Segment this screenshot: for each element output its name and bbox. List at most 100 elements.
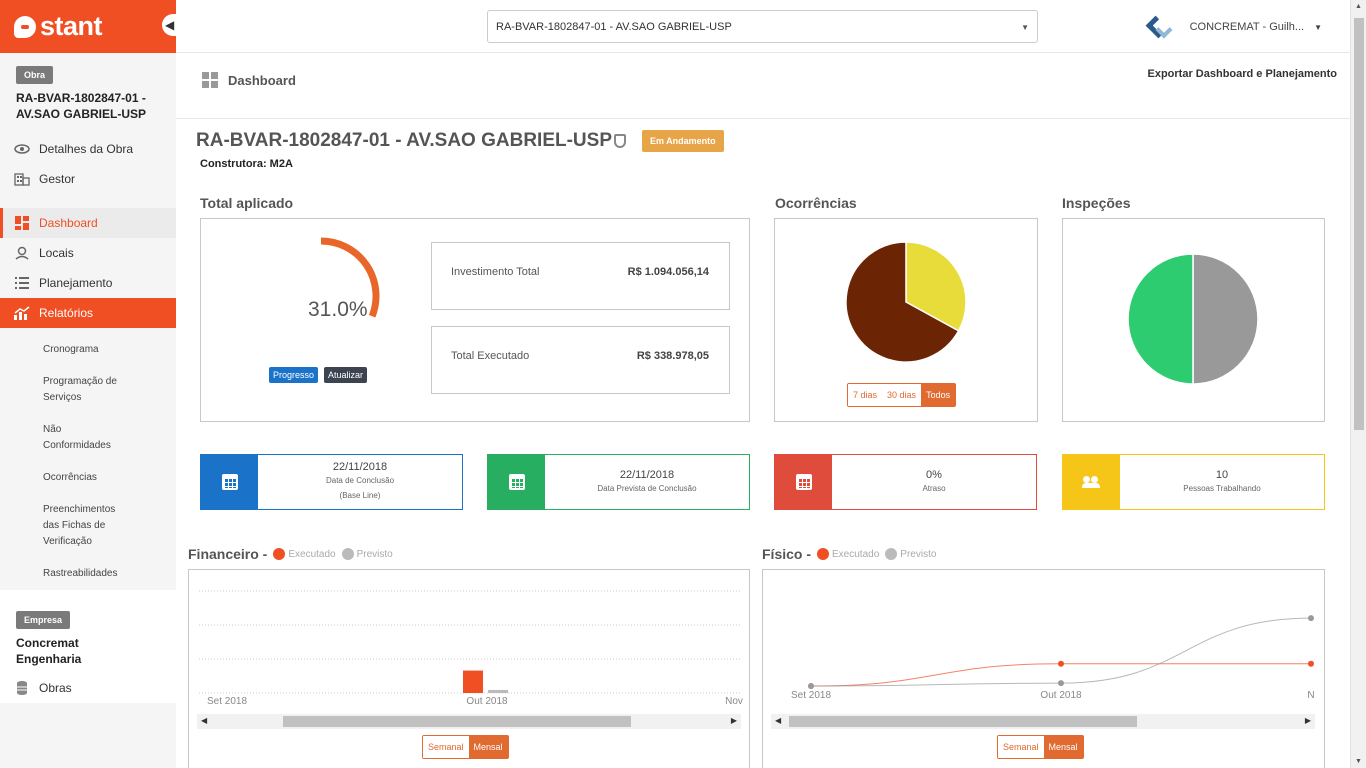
status-badge: Em Andamento	[642, 130, 724, 152]
sidebar-item-label: Detalhes da Obra	[39, 142, 134, 156]
fisico-period-toggle: Semanal Mensal	[997, 735, 1084, 759]
sidebar-subitem-ocorrencias[interactable]: Ocorrências	[0, 462, 176, 494]
scrollbar-thumb[interactable]	[1354, 18, 1364, 430]
financeiro-hscroll[interactable]: ◀ ▶	[197, 714, 741, 729]
calendar-icon	[795, 474, 812, 490]
sidebar-subitem-rastreabilidades[interactable]: Rastreabilidades	[0, 558, 176, 590]
period-30-dias[interactable]: 30 dias	[882, 384, 922, 406]
sidebar-item-obras[interactable]: Obras	[0, 673, 176, 703]
page-title: Dashboard	[202, 72, 296, 88]
sidebar-item-label: Relatórios	[39, 306, 94, 320]
kpi-value: 22/11/2018	[332, 461, 388, 473]
progress-percent: 31.0%	[308, 298, 368, 321]
investimento-total-box: Investimento Total R$ 1.094.056,14	[431, 242, 730, 310]
fisico-hscroll[interactable]: ◀ ▶	[771, 714, 1315, 729]
bar	[463, 670, 483, 693]
kpi-text: 10 Pessoas Trabalhando	[1120, 467, 1324, 496]
eye-icon	[13, 142, 31, 156]
period-todos[interactable]: Todos	[921, 384, 956, 406]
obra-name-line2: AV.SAO GABRIEL-USP	[16, 107, 147, 121]
scroll-right-icon[interactable]: ▶	[731, 716, 737, 725]
sidebar-subitem-programacao[interactable]: Programação de Serviços	[0, 366, 176, 414]
chart-icon	[13, 306, 31, 320]
scrollbar-thumb[interactable]	[283, 716, 631, 727]
user-name: CONCREMAT - Guilh...	[1189, 21, 1305, 33]
legend-executado-dot[interactable]	[273, 548, 286, 560]
series-line	[810, 617, 1312, 687]
legend-executado-dot[interactable]	[817, 548, 830, 560]
project-title: RA-BVAR-1802847-01 - AV.SAO GABRIEL-USP …	[196, 130, 724, 152]
sidebar-item-label: Gestor	[39, 172, 76, 186]
financeiro-bar-chart: Set 2018 Out 2018 Nov	[199, 590, 743, 707]
scroll-right-icon[interactable]: ▶	[1305, 716, 1311, 725]
user-menu[interactable]: CONCREMAT - Guilh... ▼	[1145, 14, 1322, 40]
ocorrencias-label: Ocorrências	[775, 195, 857, 211]
page-title-text: Dashboard	[228, 72, 296, 88]
obra-name: RA-BVAR-1802847-01 - AV.SAO GABRIEL-USP	[16, 90, 160, 122]
x-tick-label: Out 2018	[1040, 690, 1082, 701]
legend-previsto-dot[interactable]	[885, 548, 898, 560]
sidebar-item-locais[interactable]: Locais	[0, 238, 176, 268]
sidebar-item-label: Locais	[39, 246, 74, 260]
legend-executado[interactable]: Executado	[832, 549, 879, 560]
period-7-dias[interactable]: 7 dias	[848, 384, 883, 406]
database-icon	[13, 681, 31, 695]
sidebar-item-relatorios[interactable]: Relatórios	[0, 298, 176, 328]
stant-logo[interactable]: stant	[14, 11, 103, 42]
x-tick-label: Set 2018	[207, 696, 247, 707]
location-pin-icon	[13, 246, 31, 260]
export-dashboard-link[interactable]: Exportar Dashboard e Planejamento	[1148, 68, 1338, 80]
sidebar-item-detalhes[interactable]: Detalhes da Obra	[0, 134, 176, 164]
constructor-label: Construtora: M2A	[200, 158, 293, 170]
sidebar-subitem-fichas[interactable]: Preenchimentos das Fichas de Verificação	[0, 494, 176, 558]
legend-previsto-dot[interactable]	[341, 548, 354, 560]
obra-name-line1: RA-BVAR-1802847-01 -	[16, 91, 146, 105]
x-tick-label: N	[1307, 690, 1314, 701]
x-tick-label: Set 2018	[791, 690, 831, 701]
inspecoes-label: Inspeções	[1062, 195, 1131, 211]
investimento-label: Investimento Total	[451, 266, 540, 278]
obra-select[interactable]: RA-BVAR-1802847-01 - AV.SAO GABRIEL-USP …	[487, 10, 1038, 43]
fisico-title-text: Físico -	[762, 546, 812, 562]
financeiro-title: Financeiro - Executado Previsto	[188, 546, 393, 562]
progresso-button[interactable]: Progresso	[269, 367, 319, 383]
kpi-value: 10	[1215, 469, 1229, 481]
kpi-label: Atraso	[922, 484, 946, 493]
period-semanal[interactable]: Semanal	[998, 736, 1044, 758]
x-tick-label: Out 2018	[466, 696, 508, 707]
company-logo	[1145, 14, 1176, 40]
financeiro-title-text: Financeiro -	[188, 546, 268, 562]
legend-previsto[interactable]: Previsto	[357, 549, 393, 560]
financeiro-period-toggle: Semanal Mensal	[422, 735, 509, 759]
legend-previsto[interactable]: Previsto	[900, 549, 936, 560]
sidebar-subitem-nao-conformidades[interactable]: Não Conformidades	[0, 414, 176, 462]
atualizar-button[interactable]: Atualizar	[324, 367, 368, 383]
period-semanal[interactable]: Semanal	[423, 736, 469, 758]
sidebar-item-dashboard[interactable]: Dashboard	[0, 208, 176, 238]
calendar-icon	[221, 474, 238, 490]
kpi-text: 22/11/2018 Data de Conclusão (Base Line)	[258, 459, 462, 503]
kpi-icon-box	[1063, 455, 1120, 509]
vertical-scrollbar[interactable]: ▲ ▼	[1350, 0, 1366, 768]
ocorrencias-period-toggle: 7 dias 30 dias Todos	[847, 383, 957, 407]
project-title-text: RA-BVAR-1802847-01 - AV.SAO GABRIEL-USP	[196, 130, 612, 151]
executado-label: Total Executado	[451, 350, 530, 362]
financeiro-panel: Set 2018 Out 2018 Nov ◀ ▶ Semanal Mensal	[188, 569, 750, 768]
scrollbar-thumb[interactable]	[789, 716, 1137, 727]
sidebar-item-planejamento[interactable]: Planejamento	[0, 268, 176, 298]
ocorrencias-panel: 7 dias 30 dias Todos	[774, 218, 1038, 422]
sidebar-item-gestor[interactable]: Gestor	[0, 164, 176, 194]
scroll-up-icon[interactable]: ▲	[1355, 3, 1362, 10]
period-mensal[interactable]: Mensal	[1043, 736, 1083, 758]
list-icon	[13, 276, 31, 290]
scroll-left-icon[interactable]: ◀	[775, 716, 781, 725]
period-mensal[interactable]: Mensal	[468, 736, 508, 758]
sidebar-subitem-cronograma[interactable]: Cronograma	[0, 334, 176, 366]
scroll-down-icon[interactable]: ▼	[1355, 758, 1362, 765]
empresa-section: Empresa Concremat Engenharia	[0, 598, 176, 673]
legend-executado[interactable]: Executado	[288, 549, 335, 560]
scroll-left-icon[interactable]: ◀	[201, 716, 207, 725]
obra-badge: Obra	[16, 66, 54, 84]
stant-logo-icon	[14, 15, 36, 38]
executado-value: R$ 338.978,05	[636, 350, 709, 362]
